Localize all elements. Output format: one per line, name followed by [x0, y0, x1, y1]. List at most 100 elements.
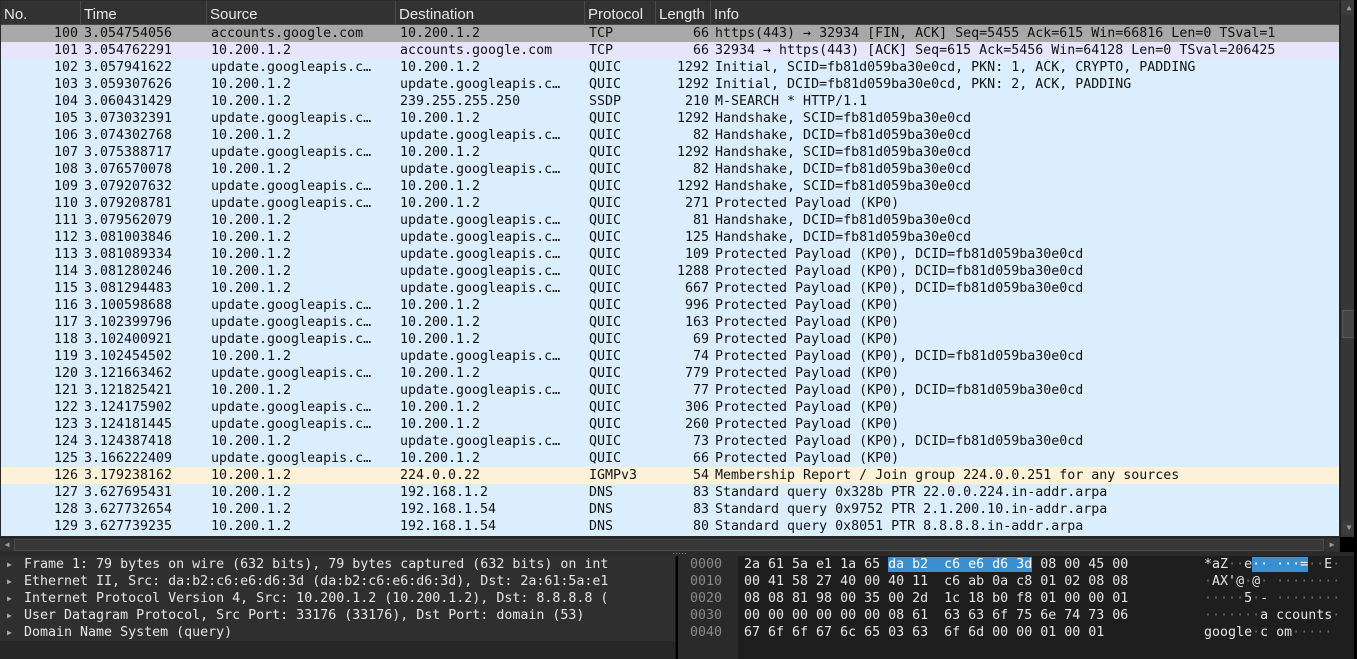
packet-row[interactable]: 120 3.121663462 update.googleapis.c… 10.200… [1, 365, 1339, 382]
packet-row[interactable]: 111 3.079562079 10.200.1.2 update.googleapi… [1, 212, 1339, 229]
packet-list[interactable]: No. Time Source Destination Protocol Len… [0, 0, 1340, 537]
packet-row[interactable]: 126 3.179238162 10.200.1.2 224.0.0.22 IGMPv3… [1, 467, 1339, 484]
packet-row[interactable]: 100 3.054754056 accounts.google.com 10.200.… [1, 25, 1339, 42]
packet-source: 10.200.1.2 [211, 77, 292, 92]
detail-tree-item[interactable]: ▶ Internet Protocol Version 4, Src: 10.20… [0, 590, 675, 607]
packet-row[interactable]: 123 3.124181445 update.googleapis.c… 10.200… [1, 416, 1339, 433]
hex-ascii[interactable]: ·····5·- ········ [1204, 590, 1340, 607]
expand-arrow-icon[interactable]: ▶ [7, 590, 17, 607]
packet-time: 3.074302768 [84, 128, 173, 143]
packet-source: 10.200.1.2 [211, 383, 292, 398]
packet-row[interactable]: 118 3.102400921 update.googleapis.c… 10.200… [1, 331, 1339, 348]
hex-offset: 0020 [690, 591, 723, 606]
splitter-grip-icon[interactable] [672, 552, 686, 555]
packet-row[interactable]: 110 3.079208781 update.googleapis.c… 10.200… [1, 195, 1339, 212]
packet-time: 3.073032391 [84, 111, 173, 126]
packet-protocol: SSDP [589, 94, 622, 109]
packet-row[interactable]: 115 3.081294483 10.200.1.2 update.googleapi… [1, 280, 1339, 297]
column-header-info[interactable]: Info [711, 1, 1339, 25]
ascii-char: o [1220, 625, 1229, 640]
packet-number: 118 [53, 332, 78, 347]
column-header-destination[interactable]: Destination [396, 1, 585, 25]
column-header-time[interactable]: Time [81, 1, 207, 25]
packet-length: 667 [684, 281, 709, 296]
ascii-char: · [1308, 557, 1317, 572]
packet-destination: 10.200.1.2 [400, 60, 481, 75]
column-header-protocol[interactable]: Protocol [585, 1, 656, 25]
packet-row[interactable]: 125 3.166222409 update.googleapis.c… 10.200… [1, 450, 1339, 467]
ascii-char: X [1220, 574, 1229, 589]
column-header-source[interactable]: Source [207, 1, 396, 25]
packet-row[interactable]: 119 3.102454502 10.200.1.2 update.googleapi… [1, 348, 1339, 365]
packet-row[interactable]: 116 3.100598688 update.googleapis.c… 10.200… [1, 297, 1339, 314]
packet-row[interactable]: 122 3.124175902 update.googleapis.c… 10.200… [1, 399, 1339, 416]
packet-row[interactable]: 121 3.121825421 10.200.1.2 update.googleapi… [1, 382, 1339, 399]
packet-source: 10.200.1.2 [211, 43, 292, 58]
packet-row[interactable]: 112 3.081003846 10.200.1.2 update.googleapi… [1, 229, 1339, 246]
packet-row[interactable]: 107 3.075388717 update.googleapis.c… 10.200… [1, 144, 1339, 161]
packet-protocol: QUIC [589, 417, 622, 432]
column-header-no[interactable]: No. [1, 1, 81, 25]
packet-row[interactable]: 106 3.074302768 10.200.1.2 update.googleapi… [1, 127, 1339, 144]
packet-number: 126 [53, 468, 78, 483]
packet-length: 996 [684, 298, 709, 313]
packet-row[interactable]: 114 3.081280246 10.200.1.2 update.googleapi… [1, 263, 1339, 280]
detail-tree-item[interactable]: ▶ User Datagram Protocol, Src Port: 33176… [0, 607, 675, 624]
hex-ascii[interactable]: ·······a ccounts· [1204, 607, 1340, 624]
packet-row[interactable]: 113 3.081089334 10.200.1.2 update.googleapi… [1, 246, 1339, 263]
expand-arrow-icon[interactable]: ▶ [7, 624, 17, 641]
expand-arrow-icon[interactable]: ▶ [7, 573, 17, 590]
packet-destination: update.googleapis.c… [400, 349, 561, 364]
packet-row[interactable]: 124 3.124387418 10.200.1.2 update.googleapi… [1, 433, 1339, 450]
detail-tree-item[interactable]: ▶ Domain Name System (query) [0, 624, 675, 641]
packet-length: 66 [692, 43, 709, 58]
packet-row[interactable]: 102 3.057941622 update.googleapis.c… 10.200… [1, 59, 1339, 76]
packet-time: 3.627732654 [84, 502, 173, 517]
packet-row[interactable]: 101 3.054762291 10.200.1.2 accounts.google.… [1, 42, 1339, 59]
packet-length: 73 [692, 434, 709, 449]
ascii-char: · [1252, 625, 1261, 640]
hex-ascii[interactable]: *aZ··e·· ···=··E· [1204, 556, 1340, 573]
packet-info: Membership Report / Join group 224.0.0.2… [715, 468, 1180, 483]
packet-length: 69 [692, 332, 709, 347]
ascii-char: · [1292, 625, 1301, 640]
hex-bytes[interactable]: 2a 61 5a e1 1a 65 da b2 c6 e6 d6 3d 08 0… [744, 556, 1128, 573]
packet-list-horizontal-scrollbar[interactable]: ◀ ▶ [0, 537, 1340, 552]
packet-info: Handshake, DCID=fb81d059ba30e0cd [715, 128, 972, 143]
packet-row[interactable]: 103 3.059307626 10.200.1.2 update.googleapi… [1, 76, 1339, 93]
packet-destination: update.googleapis.c… [400, 77, 561, 92]
horizontal-scroll-thumb[interactable] [14, 539, 1324, 551]
packet-number: 121 [53, 383, 78, 398]
hex-bytes[interactable]: 00 00 00 00 00 00 08 61 63 63 6f 75 6e 7… [744, 607, 1128, 624]
expand-arrow-icon[interactable]: ▶ [7, 607, 17, 624]
scroll-left-icon[interactable]: ◀ [0, 539, 14, 551]
expand-arrow-icon[interactable]: ▶ [7, 556, 17, 573]
packet-source: update.googleapis.c… [211, 400, 372, 415]
packet-time: 3.081003846 [84, 230, 173, 245]
packet-time: 3.627695431 [84, 485, 173, 500]
packet-protocol: QUIC [589, 247, 622, 262]
packet-row[interactable]: 128 3.627732654 10.200.1.2 192.168.1.54 DNS 8… [1, 501, 1339, 518]
packet-protocol: DNS [589, 519, 614, 534]
detail-tree-item[interactable]: ▶ Ethernet II, Src: da:b2:c6:e6:d6:3d (da… [0, 573, 675, 590]
packet-protocol: QUIC [589, 315, 622, 330]
packet-row[interactable]: 108 3.076570078 10.200.1.2 update.googleapi… [1, 161, 1339, 178]
hex-bytes[interactable]: 08 08 81 98 00 35 00 2d 1c 18 b0 f8 01 0… [744, 590, 1128, 607]
scroll-right-icon[interactable]: ▶ [1325, 539, 1339, 551]
packet-details-pane[interactable]: ▶ Frame 1: 79 bytes on wire (632 bits), 7… [0, 556, 676, 659]
hex-bytes[interactable]: 67 6f 6f 67 6c 65 03 63 6f 6d 00 00 01 0… [744, 624, 1104, 641]
column-header-length[interactable]: Length [656, 1, 711, 25]
ascii-char: * [1204, 557, 1213, 572]
detail-tree-item[interactable]: ▶ Frame 1: 79 bytes on wire (632 bits), 7… [0, 556, 675, 573]
packet-number: 110 [53, 196, 78, 211]
packet-bytes-pane[interactable]: 0000 2a 61 5a e1 1a 65 da b2 c6 e6 d6 3d … [678, 556, 1357, 659]
packet-row[interactable]: 109 3.079207632 update.googleapis.c… 10.200… [1, 178, 1339, 195]
hex-ascii[interactable]: ·AX'@·@· ········ [1204, 573, 1340, 590]
packet-row[interactable]: 105 3.073032391 update.googleapis.c… 10.200… [1, 110, 1339, 127]
packet-row[interactable]: 104 3.060431429 10.200.1.2 239.255.255.250 S… [1, 93, 1339, 110]
packet-row[interactable]: 127 3.627695431 10.200.1.2 192.168.1.2 DNS 83… [1, 484, 1339, 501]
hex-bytes[interactable]: 00 41 58 27 40 00 40 11 c6 ab 0a c8 01 0… [744, 573, 1128, 590]
hex-ascii[interactable]: google·c om····· [1204, 624, 1332, 641]
packet-row[interactable]: 129 3.627739235 10.200.1.2 192.168.1.54 DNS 8… [1, 518, 1339, 535]
packet-row[interactable]: 117 3.102399796 update.googleapis.c… 10.200… [1, 314, 1339, 331]
